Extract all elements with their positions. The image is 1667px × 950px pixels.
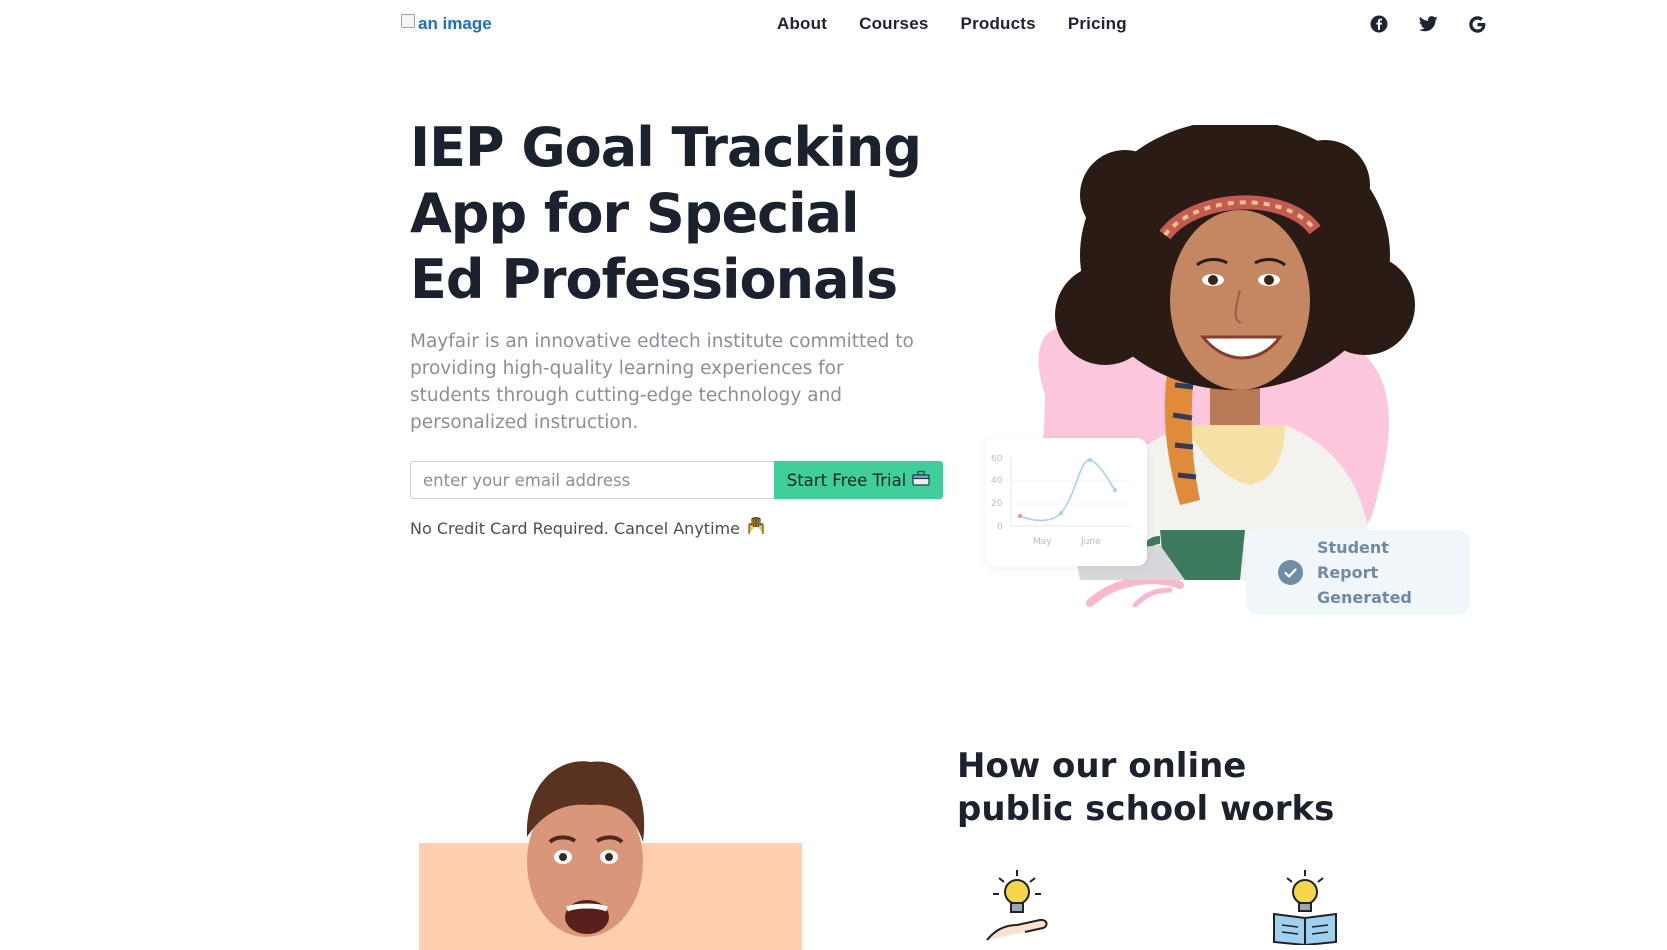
start-free-trial-button[interactable]: Start Free Trial [774, 461, 943, 499]
chart-ytick-60: 60 [991, 454, 1003, 464]
google-icon[interactable] [1467, 14, 1487, 34]
toolbox-icon [912, 470, 930, 490]
student-report-text: Student Report Generated [1317, 538, 1412, 607]
section-title: How our online public school works [957, 746, 1335, 829]
main-menu: About Courses Products Pricing [777, 14, 1127, 34]
raising-hands-icon [746, 516, 766, 540]
email-input[interactable] [410, 461, 774, 499]
student-report-card: Student Report Generated [1246, 530, 1470, 615]
chart-ytick-20: 20 [991, 499, 1003, 509]
no-credit-card-note: No Credit Card Required. Cancel Anytime [410, 516, 766, 540]
chart-xtick-june: June [1080, 537, 1101, 547]
chart-line [1019, 459, 1116, 522]
idea-book-icon [1270, 870, 1340, 947]
start-free-trial-label: Start Free Trial [786, 470, 907, 490]
social-links [1369, 14, 1487, 34]
smiling-man-photo [526, 761, 645, 937]
signup-form: Start Free Trial [410, 461, 943, 499]
twitter-icon[interactable] [1418, 14, 1438, 34]
logo[interactable]: an image [401, 14, 492, 34]
idea-hand-icon [985, 870, 1055, 945]
top-nav: an image About Courses Products Pricing [0, 0, 1667, 50]
no-credit-card-text: No Credit Card Required. Cancel Anytime [410, 518, 740, 538]
nav-link-pricing[interactable]: Pricing [1068, 14, 1127, 34]
hero-title: IEP Goal Tracking App for Special Ed Pro… [410, 116, 922, 311]
facebook-icon[interactable] [1369, 14, 1389, 34]
mini-line-chart: 60 40 20 0 May June [991, 454, 1130, 547]
hero-description: Mayfair is an innovative edtech institut… [410, 331, 914, 433]
chart-ytick-0: 0 [997, 522, 1003, 532]
broken-image-icon [401, 14, 415, 28]
chart-ytick-40: 40 [991, 476, 1003, 486]
nav-link-courses[interactable]: Courses [859, 14, 928, 34]
chart-xtick-may: May [1033, 537, 1052, 547]
nav-link-products[interactable]: Products [961, 14, 1036, 34]
nav-link-about[interactable]: About [777, 14, 827, 34]
check-icon [1278, 560, 1303, 585]
logo-alt-text: an image [418, 14, 492, 33]
mini-chart-card: 60 40 20 0 May June [985, 438, 1147, 566]
